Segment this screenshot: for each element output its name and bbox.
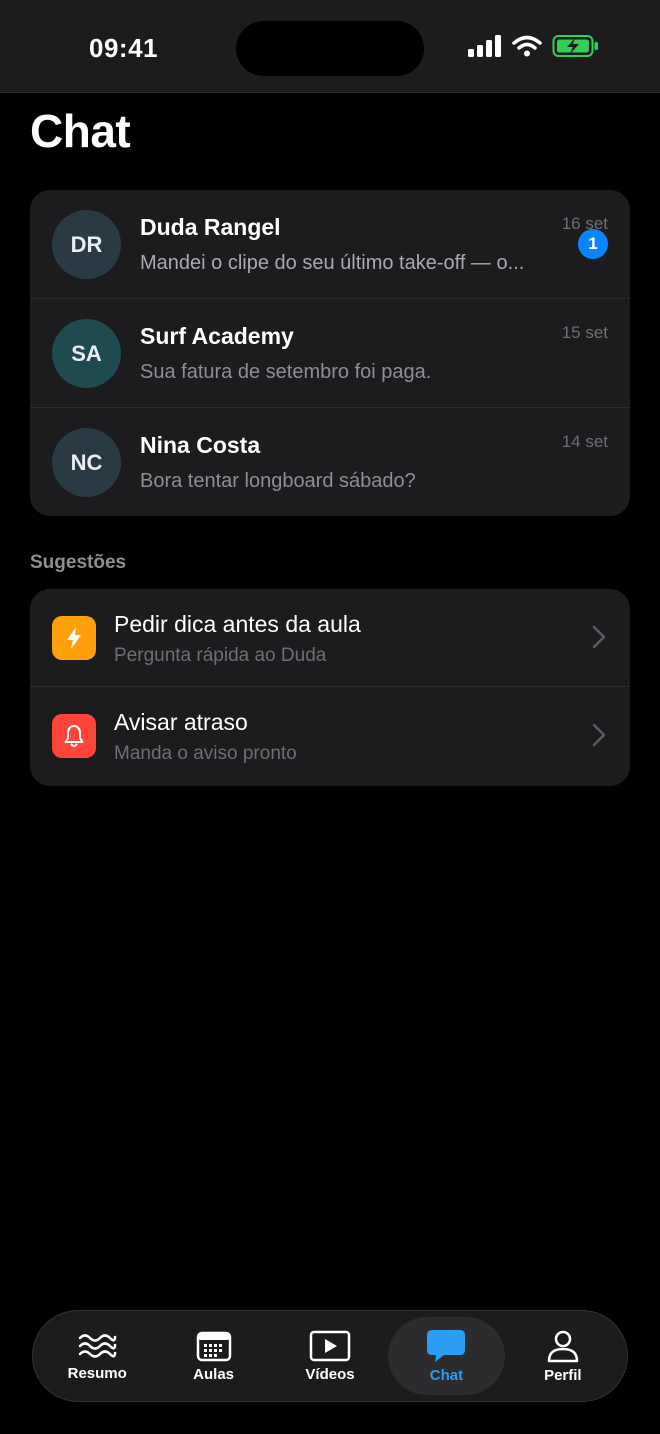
tab-perfil[interactable]: Perfil bbox=[505, 1317, 621, 1395]
chat-list: DR Duda Rangel 16 set Mandei o clipe do … bbox=[30, 190, 630, 516]
suggestion-subtitle: Pergunta rápida ao Duda bbox=[114, 645, 327, 666]
signal-icon bbox=[468, 35, 501, 57]
chat-date: 14 set bbox=[561, 432, 608, 451]
tab-videos[interactable]: Vídeos bbox=[272, 1317, 388, 1395]
section-label-suggestions: Sugestões bbox=[30, 552, 127, 573]
unread-badge: 1 bbox=[578, 229, 608, 259]
chat-name: Nina Costa bbox=[140, 432, 261, 458]
tab-aulas[interactable]: Aulas bbox=[155, 1317, 271, 1395]
suggestion-ask-tip[interactable]: Pedir dica antes da aula Pergunta rápida… bbox=[30, 589, 630, 687]
person-icon bbox=[547, 1330, 579, 1362]
tab-bar: Resumo Aulas Vídeos Chat Perfil bbox=[32, 1310, 628, 1402]
avatar: DR bbox=[52, 210, 121, 279]
calendar-icon bbox=[196, 1331, 231, 1361]
tab-label: Resumo bbox=[67, 1364, 127, 1382]
waves-icon bbox=[78, 1333, 117, 1358]
chevron-right-icon bbox=[592, 625, 606, 649]
status-icons bbox=[468, 34, 600, 58]
dynamic-island bbox=[236, 21, 424, 76]
tab-label: Perfil bbox=[544, 1366, 582, 1384]
tab-label: Aulas bbox=[193, 1365, 235, 1383]
tab-label: Chat bbox=[429, 1366, 464, 1384]
chat-preview: Bora tentar longboard sábado? bbox=[140, 470, 416, 492]
suggestion-subtitle: Manda o aviso pronto bbox=[114, 743, 297, 764]
chat-name: Duda Rangel bbox=[140, 214, 281, 240]
battery-icon bbox=[552, 35, 598, 57]
bell-icon bbox=[52, 714, 96, 758]
play-icon bbox=[309, 1330, 351, 1361]
suggestion-title: Avisar atraso bbox=[114, 709, 248, 735]
status-bar: 09:41 bbox=[0, 0, 660, 93]
chat-name: Surf Academy bbox=[140, 323, 294, 349]
chat-preview: Mandei o clipe do seu último take-off — … bbox=[140, 252, 525, 274]
suggestion-notify-late[interactable]: Avisar atraso Manda o aviso pronto bbox=[30, 687, 630, 786]
page-title: Chat bbox=[30, 105, 131, 157]
chevron-right-icon bbox=[592, 723, 606, 747]
chat-date: 15 set bbox=[561, 323, 608, 342]
chat-row-duda-rangel[interactable]: DR Duda Rangel 16 set Mandei o clipe do … bbox=[30, 190, 630, 299]
suggestion-list: Pedir dica antes da aula Pergunta rápida… bbox=[30, 589, 630, 786]
chat-row-nina-costa[interactable]: NC Nina Costa 14 set Bora tentar longboa… bbox=[30, 408, 630, 516]
tab-resumo[interactable]: Resumo bbox=[39, 1317, 155, 1395]
avatar: NC bbox=[52, 428, 121, 497]
suggestion-title: Pedir dica antes da aula bbox=[114, 611, 361, 637]
avatar: SA bbox=[52, 319, 121, 388]
bolt-icon bbox=[52, 616, 96, 660]
status-time: 09:41 bbox=[89, 33, 158, 63]
wifi-icon bbox=[512, 35, 542, 57]
chat-preview: Sua fatura de setembro foi paga. bbox=[140, 361, 432, 383]
tab-chat[interactable]: Chat bbox=[388, 1317, 505, 1395]
tab-label: Vídeos bbox=[305, 1365, 355, 1383]
chat-row-surf-academy[interactable]: SA Surf Academy 15 set Sua fatura de set… bbox=[30, 299, 630, 408]
chat-bubble-icon bbox=[427, 1329, 466, 1362]
